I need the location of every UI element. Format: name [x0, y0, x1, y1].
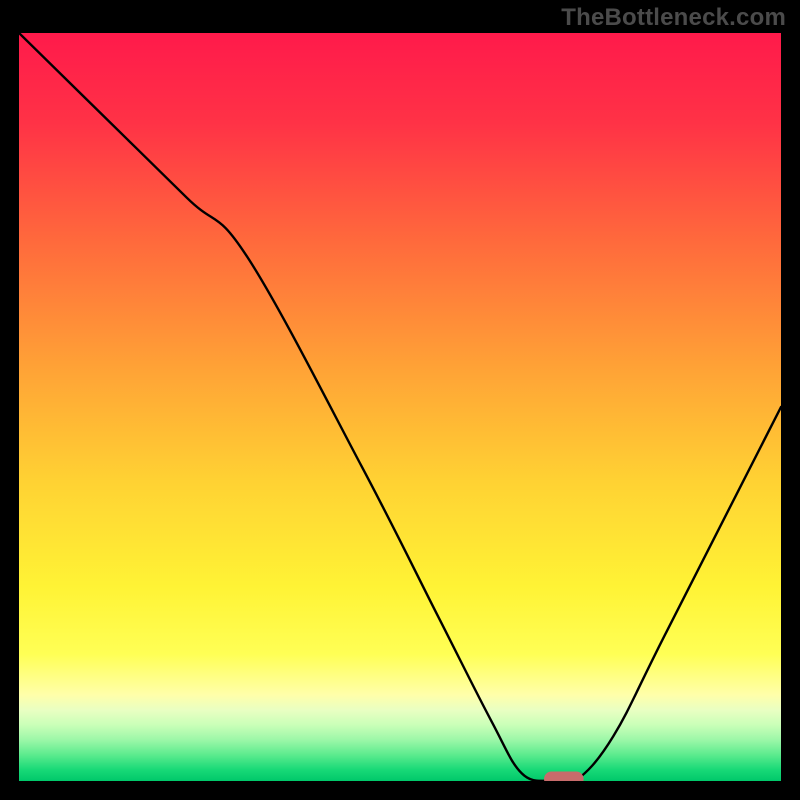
chart-plot-area: [19, 33, 781, 781]
chart-svg: [19, 33, 781, 781]
chart-frame: TheBottleneck.com: [0, 0, 800, 800]
optimal-point-marker: [544, 772, 584, 781]
watermark-text: TheBottleneck.com: [561, 4, 786, 32]
